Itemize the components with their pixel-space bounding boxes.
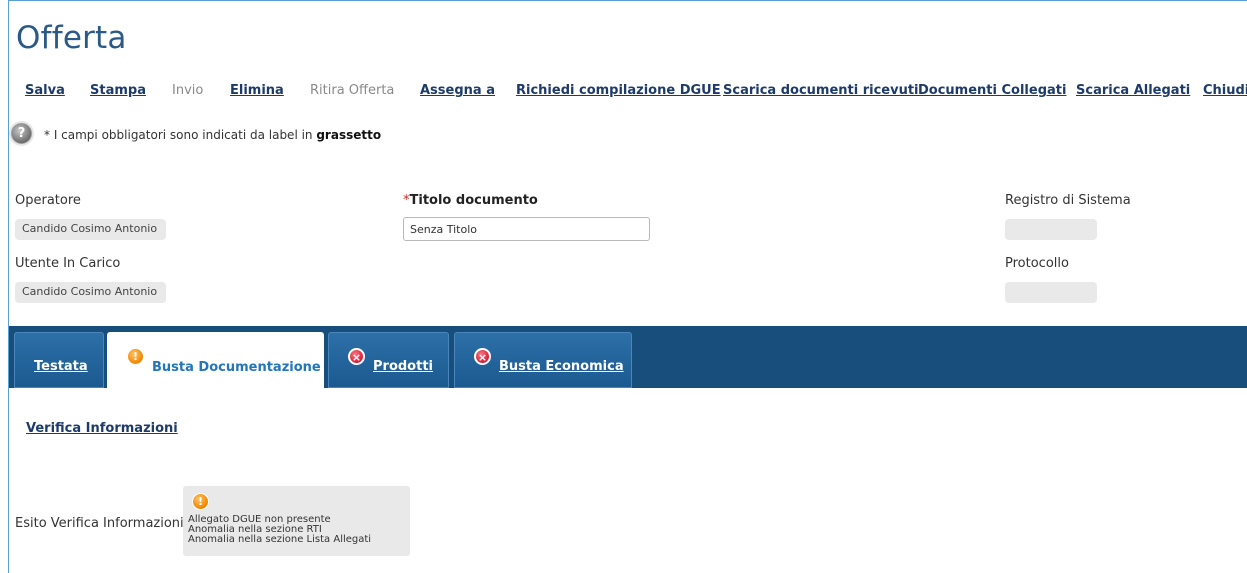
linked-documents-button[interactable]: Documenti Collegati [918, 83, 1066, 98]
help-icon[interactable]: ? [11, 123, 32, 144]
print-button[interactable]: Stampa [90, 83, 146, 98]
tab-testata[interactable]: Testata [14, 332, 104, 388]
titolo-documento-label: *Titolo documento [403, 193, 538, 208]
close-button[interactable]: Chiudi [1203, 83, 1247, 98]
tab-bar: Testata ! Busta Documentazione × Prodott… [9, 326, 1247, 389]
titolo-documento-input[interactable]: Senza Titolo [403, 217, 650, 241]
esito-messages: Allegato DGUE non presente Anomalia nell… [188, 515, 371, 545]
tab-prodotti[interactable]: × Prodotti [328, 332, 449, 388]
operatore-label: Operatore [15, 193, 81, 208]
toolbar: Salva Stampa Invio Elimina Ritira Offert… [0, 83, 1247, 103]
protocollo-value [1005, 282, 1097, 303]
withdraw-offer-button: Ritira Offerta [310, 83, 395, 98]
esito-verifica-label: Esito Verifica Informazioni [15, 516, 184, 531]
download-received-docs-button[interactable]: Scarica documenti ricevuti [723, 83, 919, 98]
tab-busta-economica[interactable]: × Busta Economica [454, 332, 632, 388]
protocollo-label: Protocollo [1005, 256, 1069, 271]
send-button: Invio [172, 83, 204, 98]
esito-message: Anomalia nella sezione Lista Allegati [188, 534, 372, 545]
tab-prodotti-label: Prodotti [373, 359, 433, 374]
utente-in-carico-value: Candido Cosimo Antonio [15, 282, 166, 303]
registro-sistema-label: Registro di Sistema [1005, 193, 1131, 208]
verifica-informazioni-link[interactable]: Verifica Informazioni [26, 421, 178, 436]
window-top-border [9, 0, 1247, 1]
assign-to-button[interactable]: Assegna a [420, 83, 495, 98]
page-title: Offerta [16, 20, 127, 56]
registro-sistema-value [1005, 219, 1097, 240]
esito-verifica-box: ! Allegato DGUE non presente Anomalia ne… [183, 486, 410, 556]
request-dgue-button[interactable]: Richiedi compilazione DGUE [516, 83, 721, 98]
required-fields-note: * I campi obbligatori sono indicati da l… [44, 128, 382, 142]
tab-testata-label: Testata [34, 359, 88, 374]
tab-busta-documentazione-label: Busta Documentazione [152, 360, 321, 375]
delete-button[interactable]: Elimina [230, 83, 284, 98]
save-button[interactable]: Salva [25, 83, 65, 98]
warning-icon: ! [127, 348, 144, 365]
warning-icon: ! [192, 493, 209, 510]
utente-in-carico-label: Utente In Carico [15, 256, 121, 271]
error-icon: × [474, 348, 491, 365]
operatore-value: Candido Cosimo Antonio [15, 219, 166, 240]
download-attachments-button[interactable]: Scarica Allegati [1076, 83, 1190, 98]
tab-busta-documentazione[interactable]: ! Busta Documentazione [107, 332, 324, 389]
tab-busta-economica-label: Busta Economica [499, 359, 624, 374]
error-icon: × [348, 348, 365, 365]
